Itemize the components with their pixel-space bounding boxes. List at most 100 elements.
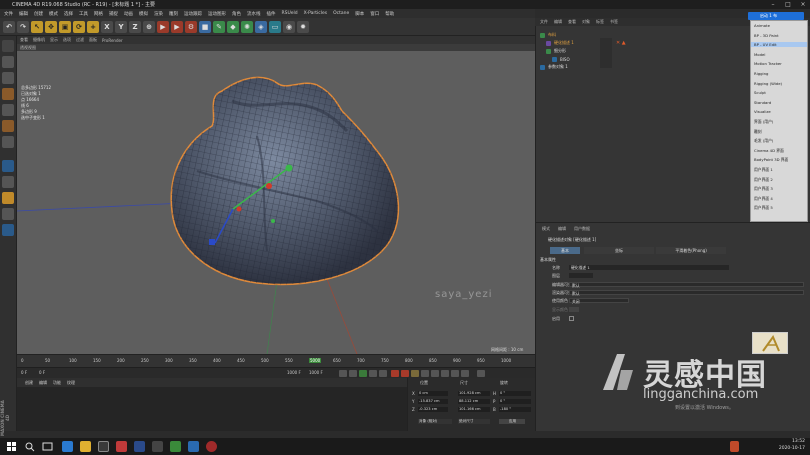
menu-item[interactable]: 角色: [232, 11, 241, 17]
material-menu-item[interactable]: 创建: [25, 380, 33, 386]
use-color-select[interactable]: 关闭: [569, 298, 629, 304]
menu-item[interactable]: 脚本: [355, 11, 364, 17]
layout-menu-item[interactable]: Sculpt: [754, 90, 766, 95]
om-menu-item[interactable]: 查看: [568, 19, 576, 25]
ime-icon[interactable]: [730, 441, 739, 452]
menu-item[interactable]: 编辑: [19, 11, 28, 17]
menu-item[interactable]: Octane: [333, 11, 349, 16]
object-row[interactable]: 硬化描述 1: [546, 40, 574, 46]
rotate-icon[interactable]: ⟳: [73, 20, 85, 33]
windows-start-icon[interactable]: [6, 441, 17, 452]
attr-menu-item[interactable]: 用户数据: [574, 226, 590, 232]
record-icon[interactable]: [391, 370, 399, 377]
layout-menu-item[interactable]: 雕刻: [754, 129, 762, 135]
menu-item[interactable]: 运动图形: [208, 11, 226, 17]
cloth-bag-object[interactable]: [170, 76, 400, 286]
menu-item[interactable]: 捕捉: [109, 11, 118, 17]
layout-menu-item[interactable]: Visualize: [754, 109, 771, 114]
layout-menu-item[interactable]: Rigging (Wide): [754, 81, 782, 86]
wechat-icon[interactable]: [170, 441, 181, 452]
scale-key-icon[interactable]: [431, 370, 439, 377]
om-menu-item[interactable]: 对象: [582, 19, 590, 25]
om-menu-item[interactable]: 书签: [610, 19, 618, 25]
task-view-icon[interactable]: [42, 441, 53, 452]
cinema4d-taskbar-icon[interactable]: [134, 441, 145, 452]
grid-icon[interactable]: [2, 224, 14, 236]
redo-icon[interactable]: ↷: [17, 20, 29, 33]
viewport-menu-item[interactable]: 摄像机: [33, 37, 45, 43]
subdivision-icon[interactable]: ◆: [227, 20, 239, 33]
menu-item[interactable]: 工具: [79, 11, 88, 17]
viewport-menu-item[interactable]: 选项: [63, 37, 71, 43]
texture-mode-icon[interactable]: [2, 72, 14, 84]
axis-x-button[interactable]: X: [101, 20, 113, 33]
menu-item[interactable]: 文件: [4, 11, 13, 17]
layout-menu-item[interactable]: 毛发 (用户): [754, 138, 773, 144]
rotation-key-icon[interactable]: [441, 370, 449, 377]
points-mode-icon[interactable]: [2, 104, 14, 116]
render-visible-select[interactable]: 默认: [569, 290, 804, 296]
play-icon[interactable]: [359, 370, 367, 377]
edge-icon[interactable]: [62, 441, 73, 452]
next-key-icon[interactable]: [369, 370, 377, 377]
layout-menu-item[interactable]: 用户界面 4: [754, 196, 773, 202]
viewport-3d[interactable]: 总多边形 15712 已选对象 1 点 16664 线 6 多边形 9 选中子变…: [17, 51, 535, 354]
model-mode-icon[interactable]: [2, 56, 14, 68]
object-row[interactable]: 细分形: [546, 48, 566, 54]
menu-item[interactable]: RSUeld: [282, 11, 298, 16]
layout-menu-item[interactable]: 用户界面 2: [754, 177, 773, 183]
viewport-menu-item[interactable]: 显示: [50, 37, 58, 43]
size-mode-select[interactable]: 绝对尺寸: [458, 419, 490, 424]
workplane-icon[interactable]: [2, 88, 14, 100]
prev-key-icon[interactable]: [349, 370, 357, 377]
menu-item[interactable]: 模式: [49, 11, 58, 17]
layout-menu-item[interactable]: 用户界面 5: [754, 205, 773, 211]
rotation-p-field[interactable]: 0 °: [499, 399, 531, 404]
preview-end-field[interactable]: 1000 F: [309, 370, 323, 375]
object-row[interactable]: 布料: [540, 32, 556, 38]
display-color-swatch[interactable]: [569, 307, 579, 312]
viewport-menu-item[interactable]: 过滤: [76, 37, 84, 43]
chrome-icon[interactable]: [116, 441, 127, 452]
name-field[interactable]: 硬化描述 1: [569, 265, 729, 270]
layout-menu-item[interactable]: 用户界面 1: [754, 167, 773, 173]
layout-menu-item[interactable]: Model: [754, 52, 765, 57]
enable-axis-icon[interactable]: [2, 160, 14, 172]
pinwheel-app-icon[interactable]: [98, 441, 109, 452]
tab-phong[interactable]: 平滑着色(Phong): [656, 247, 726, 254]
layout-menu-item[interactable]: 用户界面 3: [754, 186, 773, 192]
edges-mode-icon[interactable]: [2, 120, 14, 132]
om-menu-item[interactable]: 标签: [596, 19, 604, 25]
menu-item[interactable]: 流水线: [247, 11, 261, 17]
enable-checkbox[interactable]: [569, 316, 574, 321]
menu-item[interactable]: 运动跟踪: [184, 11, 202, 17]
tab-coord[interactable]: 坐标: [584, 247, 654, 254]
tab-basic[interactable]: 基本: [550, 247, 580, 254]
floor-icon[interactable]: ▭: [269, 20, 281, 33]
make-editable-icon[interactable]: [2, 40, 14, 52]
position-key-icon[interactable]: [421, 370, 429, 377]
om-menu-item[interactable]: 文件: [540, 19, 548, 25]
menu-item[interactable]: X-Particles: [304, 11, 327, 16]
array-icon[interactable]: ✺: [241, 20, 253, 33]
qq-icon[interactable]: [188, 441, 199, 452]
deformer-icon[interactable]: ◈: [255, 20, 267, 33]
position-z-field[interactable]: -0.323 cm: [418, 407, 448, 412]
close-icon[interactable]: ×: [796, 0, 810, 9]
image-viewer-icon[interactable]: [152, 441, 163, 452]
layout-menu-item[interactable]: BP - UV Edit: [751, 42, 807, 48]
workplane-lock-icon[interactable]: [2, 208, 14, 220]
layer-field[interactable]: [569, 273, 593, 278]
layout-menu-item[interactable]: Standard: [754, 100, 771, 105]
editor-visible-select[interactable]: 默认: [569, 282, 804, 288]
coord-mode-select[interactable]: 对象 (相对): [418, 419, 452, 424]
layout-menu-item[interactable]: Animate: [754, 23, 770, 28]
layout-menu-item[interactable]: Motion Tracker: [754, 61, 782, 66]
recent-tool-icon[interactable]: +: [87, 20, 99, 33]
material-menu-item[interactable]: 编辑: [39, 380, 47, 386]
rotation-h-field[interactable]: 0 °: [499, 391, 531, 396]
viewport-menu-item[interactable]: 面板: [89, 37, 97, 43]
position-y-field[interactable]: -15.837 cm: [418, 399, 448, 404]
timeline-current-frame[interactable]: 5000: [309, 358, 322, 363]
pla-key-icon[interactable]: [461, 370, 469, 377]
